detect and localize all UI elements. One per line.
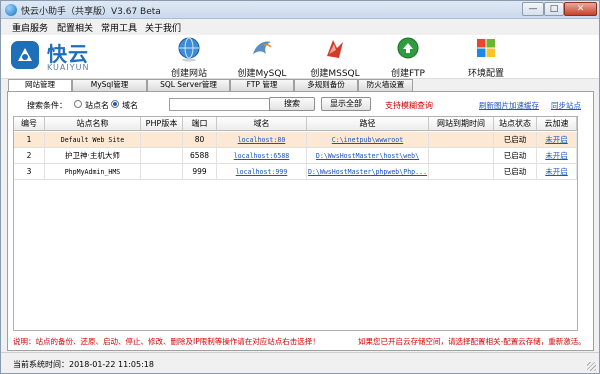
cell-port: 80 [183, 132, 217, 148]
col-header-status[interactable]: 站点状态 [494, 117, 537, 131]
create-site-label: 创建网站 [170, 69, 207, 79]
logo-subtext: KUAIYUN [47, 63, 90, 72]
cell-expire [429, 148, 494, 164]
radio-site-name-label[interactable]: 站点名 [85, 100, 109, 111]
cell-domain-link[interactable]: localhost:999 [217, 164, 307, 180]
mysql-icon [253, 41, 272, 54]
app-icon [5, 4, 17, 16]
col-header-site-name[interactable]: 站点名称 [45, 117, 141, 131]
search-bar: 搜索条件： 站点名 域名 搜索 显示全部 支持模糊查询 刷新图片加速缓存 同步站… [19, 97, 589, 112]
menu-bar: 重启服务 配置相关 常用工具 关于我们 [1, 19, 599, 35]
cell-expire [429, 164, 494, 180]
toolbar: 快云 KUAIYUN 创建网站 创建MySQL 创建MSSQL 创建FTP 环境… [1, 35, 599, 79]
col-header-cloud[interactable]: 云加速 [537, 117, 577, 131]
cell-cloud-link[interactable]: 未开启 [537, 132, 577, 148]
menu-config[interactable]: 配置相关 [57, 21, 93, 34]
tab-sql-server[interactable]: SQL Server管理 [147, 79, 230, 91]
cell-php-version [141, 132, 183, 148]
cell-port: 6588 [183, 148, 217, 164]
cell-path-link[interactable]: D:\WwsHostMaster\host\web\ [307, 148, 429, 164]
radio-domain-label[interactable]: 域名 [122, 100, 138, 111]
cell-php-version [141, 148, 183, 164]
search-label: 搜索条件： [27, 101, 67, 110]
refresh-cache-link[interactable]: 刷新图片加速缓存 [479, 100, 539, 111]
cell-cloud-link[interactable]: 未开启 [537, 148, 577, 164]
radio-site-name[interactable] [74, 100, 82, 108]
cell-id: 2 [14, 148, 45, 164]
windows-icon [477, 39, 495, 57]
cell-cloud-link[interactable]: 未开启 [537, 164, 577, 180]
col-header-expire[interactable]: 网站到期时间 [429, 117, 494, 131]
cell-id: 3 [14, 164, 45, 180]
cell-status: 已启动 [494, 164, 537, 180]
menu-tools[interactable]: 常用工具 [101, 21, 137, 34]
tab-mysql[interactable]: MySql管理 [72, 79, 147, 91]
close-button[interactable]: ✕ [564, 2, 597, 16]
search-button[interactable]: 搜索 [269, 97, 315, 111]
cell-php-version [141, 164, 183, 180]
create-mysql-label: 创建MySQL [237, 69, 287, 79]
globe-icon [178, 37, 200, 62]
col-header-path[interactable]: 路径 [307, 117, 429, 131]
cell-site-name: PhpMyAdmin_HMS [45, 164, 141, 180]
create-mysql-button[interactable]: 创建MySQL [227, 36, 297, 79]
logo-mark-icon [11, 41, 39, 69]
col-header-port[interactable]: 端口 [183, 117, 217, 131]
cell-site-name: 护卫神·主机大师 [45, 148, 141, 164]
mssql-icon [327, 40, 343, 58]
cell-site-name: Default Web Site [45, 132, 141, 148]
create-mssql-button[interactable]: 创建MSSQL [300, 36, 370, 79]
env-config-label: 环境配置 [467, 69, 504, 79]
status-bar: 当前系统时间：2018-01-22 11:05:18 [1, 352, 599, 373]
kuaiyun-logo: 快云 KUAIYUN [9, 36, 129, 76]
cell-port: 999 [183, 164, 217, 180]
resize-grip-icon[interactable] [587, 362, 596, 371]
cell-path-link[interactable]: D:\WwsHostMaster\phpweb\Php... [307, 164, 429, 180]
title-bar[interactable]: 快云小助手（共享版）V3.67 Beta — □ ✕ [1, 1, 599, 19]
operation-note: 说明：站点的备份、还原、启动、停止、修改、删除及IP限制等操作请在对应站点右击选… [13, 337, 320, 346]
radio-domain[interactable] [111, 100, 119, 108]
tab-ftp[interactable]: FTP 管理 [230, 79, 294, 91]
cell-domain-link[interactable]: localhost:80 [217, 132, 307, 148]
cell-expire [429, 132, 494, 148]
table-row[interactable]: 1 Default Web Site 80 localhost:80 C:\in… [14, 132, 577, 148]
ftp-icon [397, 37, 419, 59]
create-site-button[interactable]: 创建网站 [154, 36, 224, 79]
show-all-button[interactable]: 显示全部 [321, 97, 371, 111]
table-row[interactable]: 3 PhpMyAdmin_HMS 999 localhost:999 D:\Ww… [14, 164, 577, 180]
tab-backup[interactable]: 多规则备份 [294, 79, 358, 91]
maximize-button[interactable]: □ [544, 2, 564, 16]
site-table: 编号 站点名称 PHP版本 端口 域名 路径 网站到期时间 站点状态 云加速 1… [13, 116, 578, 331]
col-header-php-version[interactable]: PHP版本 [141, 117, 183, 131]
fuzzy-search-note: 支持模糊查询 [385, 101, 433, 110]
cell-path-link[interactable]: C:\inetpub\wwwroot [307, 132, 429, 148]
app-window: 快云小助手（共享版）V3.67 Beta — □ ✕ 重启服务 配置相关 常用工… [0, 0, 600, 374]
create-mssql-label: 创建MSSQL [310, 69, 360, 79]
cloud-storage-note: 如果您已开启云存储空间，请选择配置相关-配置云存储，重新激活。 [358, 337, 586, 346]
cell-id: 1 [14, 132, 45, 148]
tab-strip: 网站管理 MySql管理 SQL Server管理 FTP 管理 多规则备份 防… [1, 79, 599, 92]
cell-status: 已启动 [494, 148, 537, 164]
window-title: 快云小助手（共享版）V3.67 Beta [21, 7, 161, 17]
table-row[interactable]: 2 护卫神·主机大师 6588 localhost:6588 D:\WwsHos… [14, 148, 577, 164]
tab-firewall[interactable]: 防火墙设置 [358, 79, 413, 91]
menu-about[interactable]: 关于我们 [145, 21, 181, 34]
sync-sites-link[interactable]: 同步站点 [551, 100, 581, 111]
col-header-id[interactable]: 编号 [14, 117, 45, 131]
col-header-domain[interactable]: 域名 [217, 117, 307, 131]
create-ftp-label: 创建FTP [391, 69, 425, 79]
env-config-button[interactable]: 环境配置 [451, 36, 521, 79]
cell-status: 已启动 [494, 132, 537, 148]
create-ftp-button[interactable]: 创建FTP [373, 36, 443, 79]
minimize-button[interactable]: — [522, 2, 544, 16]
menu-restart-service[interactable]: 重启服务 [12, 21, 48, 34]
system-time: 当前系统时间：2018-01-22 11:05:18 [13, 360, 154, 369]
cell-domain-link[interactable]: localhost:6588 [217, 148, 307, 164]
